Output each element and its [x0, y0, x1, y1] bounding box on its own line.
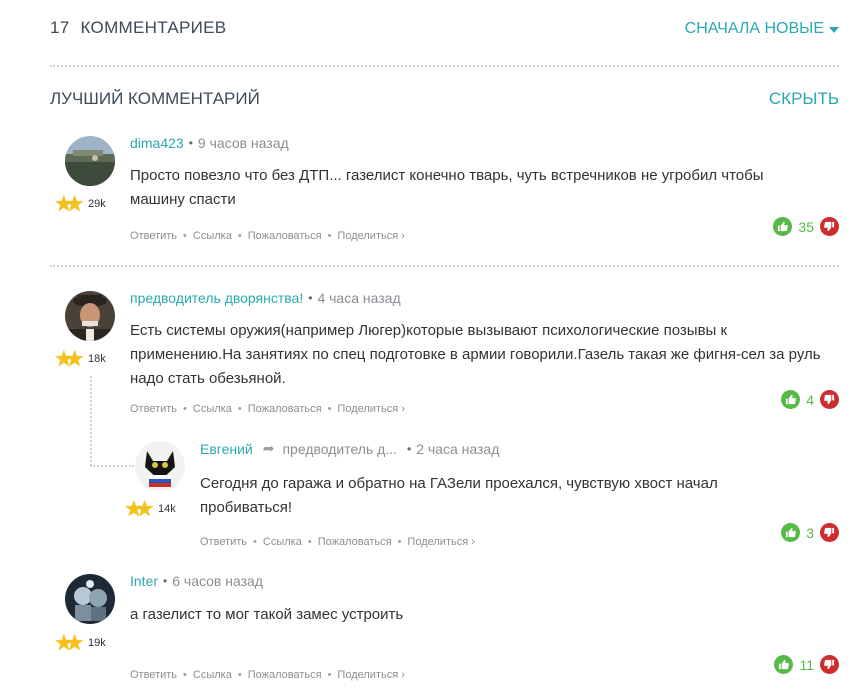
- thumbs-up-icon[interactable]: [781, 390, 801, 409]
- best-comment-title: ЛУЧШИЙ КОММЕНТАРИЙ: [50, 89, 260, 108]
- comment-author[interactable]: Евгений: [200, 441, 253, 457]
- user-rank-stars: ★ ★: [54, 632, 84, 654]
- permalink-link[interactable]: Ссылка: [193, 403, 232, 415]
- reply-arrow-icon: ➦: [262, 440, 275, 456]
- comment-text: Есть системы оружия(например Люгер)котор…: [130, 322, 821, 387]
- user-rating: 29k: [88, 198, 106, 210]
- divider: [50, 265, 839, 267]
- separator-dot: •: [308, 291, 313, 305]
- comment-votes: 4: [781, 390, 839, 409]
- comment-actions: Ответить • Ссылка • Пожаловаться • Поделить…: [130, 403, 405, 415]
- comment-time: 9 часов назад: [197, 135, 289, 151]
- thumbs-up-icon[interactable]: [781, 523, 801, 542]
- permalink-link[interactable]: Ссылка: [193, 669, 232, 681]
- share-link[interactable]: Поделиться ›: [407, 536, 474, 548]
- thumbs-down-icon[interactable]: [820, 655, 839, 674]
- avatar[interactable]: [65, 574, 115, 624]
- sort-label: СНАЧАЛА НОВЫЕ: [684, 20, 824, 37]
- report-link[interactable]: Пожаловаться: [318, 536, 392, 548]
- avatar[interactable]: [135, 441, 185, 491]
- comment-votes: 3: [781, 523, 839, 542]
- reply-link[interactable]: Ответить: [130, 230, 177, 242]
- comment-text: Просто повезло что без ДТП... газелист к…: [130, 167, 764, 208]
- comment-votes: 11: [774, 655, 839, 674]
- share-link[interactable]: Поделиться ›: [337, 669, 404, 681]
- reply-link[interactable]: Ответить: [200, 536, 247, 548]
- comment-author[interactable]: Inter: [130, 573, 158, 589]
- reply-to-author[interactable]: предводитель д...: [282, 441, 397, 457]
- avatar[interactable]: [65, 291, 115, 341]
- comment-time: 2 часа назад: [416, 440, 500, 457]
- vote-score: 3: [806, 524, 814, 541]
- report-link[interactable]: Пожаловаться: [248, 669, 322, 681]
- share-link[interactable]: Поделиться ›: [337, 403, 404, 415]
- user-rating: 18k: [88, 353, 106, 365]
- comment-text: а газелист то мог такой замес устроить: [130, 606, 404, 623]
- comment-time: 4 часа назад: [317, 290, 401, 306]
- user-rank-stars: ★ ★: [54, 193, 84, 215]
- star-icon: ★: [134, 496, 155, 521]
- thumbs-up-icon[interactable]: [774, 655, 794, 674]
- report-link[interactable]: Пожаловаться: [248, 230, 322, 242]
- comment-meta: предводитель дворянства! • 4 часа назад: [130, 290, 401, 306]
- star-icon: ★: [64, 630, 85, 655]
- share-link[interactable]: Поделиться ›: [337, 230, 404, 242]
- thread-line: [90, 376, 92, 466]
- comment-actions: Ответить • Ссылка • Пожаловаться • Поделить…: [130, 669, 405, 681]
- star-icon: ★: [64, 191, 85, 216]
- comments-count-number: 17: [50, 18, 70, 37]
- comment-actions: Ответить • Ссылка • Пожаловаться • Поделить…: [200, 536, 475, 548]
- comment-author[interactable]: dima423: [130, 135, 184, 151]
- comment-meta: dima423 • 9 часов назад: [130, 135, 289, 151]
- vote-score: 35: [798, 218, 814, 235]
- comment-meta: Евгений ➦ предводитель д... • 2 часа наз…: [200, 440, 499, 457]
- comment-author[interactable]: предводитель дворянства!: [130, 290, 303, 306]
- thread-line: [90, 465, 134, 467]
- caret-down-icon: [829, 27, 839, 33]
- thumbs-down-icon[interactable]: [820, 217, 839, 236]
- comments-count-label: КОММЕНТАРИЕВ: [80, 18, 227, 37]
- separator-dot: •: [407, 441, 412, 456]
- avatar[interactable]: [65, 136, 115, 186]
- comment-votes: 35: [773, 217, 839, 236]
- vote-score: 4: [806, 391, 814, 408]
- separator-dot: •: [188, 136, 193, 150]
- comment-meta: Inter • 6 часов назад: [130, 573, 263, 589]
- comment-time: 6 часов назад: [172, 573, 263, 589]
- star-icon: ★: [64, 346, 85, 371]
- divider: [50, 65, 839, 67]
- permalink-link[interactable]: Ссылка: [263, 536, 302, 548]
- vote-score: 11: [799, 656, 814, 673]
- comment-actions: Ответить • Ссылка • Пожаловаться • Поделить…: [130, 230, 405, 242]
- permalink-link[interactable]: Ссылка: [193, 230, 232, 242]
- hide-best-button[interactable]: СКРЫТЬ: [769, 89, 839, 109]
- user-rank-stars: ★ ★: [54, 348, 84, 370]
- sort-dropdown[interactable]: СНАЧАЛА НОВЫЕ: [685, 20, 839, 38]
- thumbs-down-icon[interactable]: [820, 390, 839, 409]
- report-link[interactable]: Пожаловаться: [248, 403, 322, 415]
- separator-dot: •: [163, 574, 168, 588]
- user-rank-stars: ★ ★: [124, 498, 154, 520]
- reply-link[interactable]: Ответить: [130, 669, 177, 681]
- comment-text: Сегодня до гаража и обратно на ГАЗели пр…: [200, 475, 718, 516]
- thumbs-down-icon[interactable]: [820, 523, 839, 542]
- user-rating: 19k: [88, 637, 106, 649]
- reply-link[interactable]: Ответить: [130, 403, 177, 415]
- user-rating: 14k: [158, 503, 176, 515]
- comments-count: 17 КОММЕНТАРИЕВ: [50, 18, 226, 38]
- thumbs-up-icon[interactable]: [773, 217, 793, 236]
